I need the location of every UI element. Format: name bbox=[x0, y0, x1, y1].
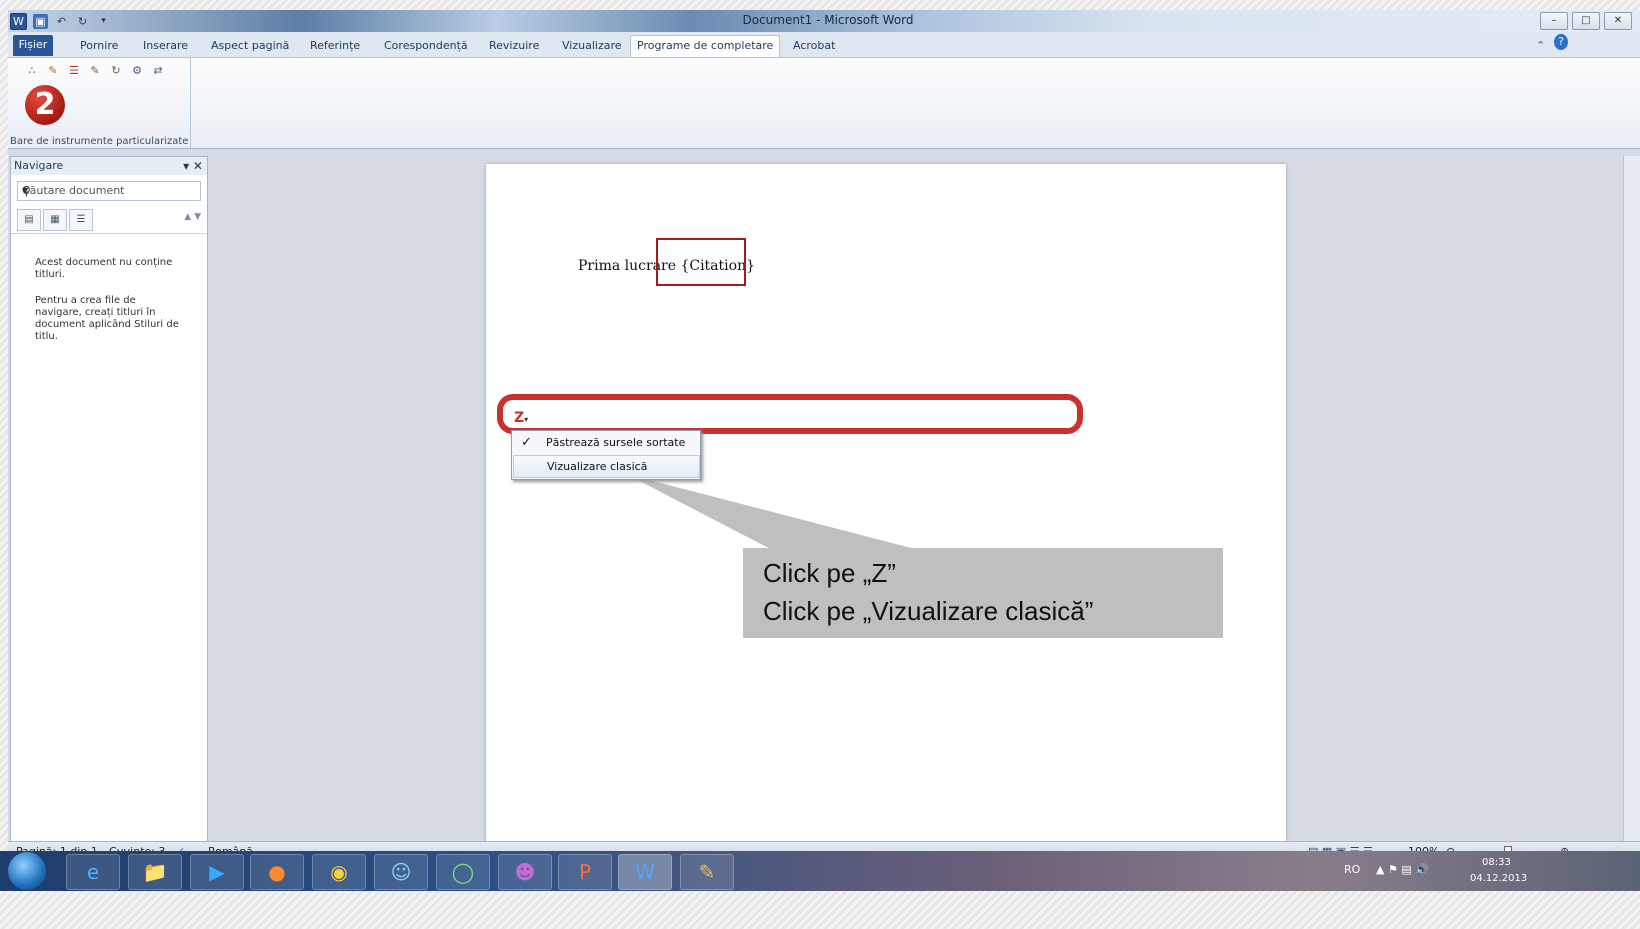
vertical-scrollbar[interactable] bbox=[1623, 156, 1640, 849]
tab-insert[interactable]: Inserare bbox=[137, 36, 194, 56]
edit-citation-icon[interactable]: ✎ bbox=[45, 64, 61, 78]
callout-pointer bbox=[626, 474, 946, 557]
tab-references[interactable]: Referințe bbox=[304, 36, 366, 56]
app-icon[interactable]: ◯ bbox=[436, 854, 490, 890]
tab-view[interactable]: Vizualizare bbox=[556, 36, 628, 56]
remove-codes-icon[interactable]: ⇄ bbox=[150, 64, 166, 78]
tab-mailings[interactable]: Corespondență bbox=[378, 36, 474, 56]
zotero-z-label: Z bbox=[514, 410, 525, 426]
nav-close-icon[interactable]: ▾ ✕ bbox=[183, 157, 203, 175]
refresh-icon[interactable]: ↻ bbox=[108, 64, 124, 78]
custom-toolbars-group: ∴ ✎ ☰ ✎ ↻ ⚙ ⇄ 2 Bare de instrumente part… bbox=[8, 58, 191, 148]
nav-title: Navigare bbox=[14, 159, 64, 172]
menu-item-keep-sorted[interactable]: ✓ Păstrează sursele sortate bbox=[513, 432, 698, 453]
callout-line-1: Click pe „Z” bbox=[763, 558, 896, 588]
tab-review[interactable]: Revizuire bbox=[483, 36, 545, 56]
media-icon[interactable]: ▶ bbox=[190, 854, 244, 890]
callout-line-2: Click pe „Vizualizare clasică” bbox=[763, 596, 1094, 626]
window-controls: – □ ✕ bbox=[1540, 12, 1632, 30]
messenger-icon[interactable]: ☺ bbox=[374, 854, 428, 890]
window-title: Document1 - Microsoft Word bbox=[742, 13, 914, 27]
edit-bibliography-icon[interactable]: ✎ bbox=[87, 64, 103, 78]
document-preferences-icon[interactable]: ⚙ bbox=[129, 64, 145, 78]
tray-icons[interactable]: ▲ ⚑ ▤ 🔊 bbox=[1376, 863, 1429, 876]
nav-header: Navigare ▾ ✕ bbox=[11, 157, 207, 175]
chevron-down-icon[interactable]: ▼ bbox=[22, 182, 196, 200]
instruction-callout: Click pe „Z” Click pe „Vizualizare clasi… bbox=[743, 548, 1223, 638]
tab-page-layout[interactable]: Aspect pagină bbox=[205, 36, 295, 56]
navigation-pane: Navigare ▾ ✕ Căutare document ⚲ ▼ ▤ ▦ ☰ … bbox=[10, 156, 208, 851]
explorer-icon[interactable]: 📁 bbox=[128, 854, 182, 890]
tab-acrobat[interactable]: Acrobat bbox=[787, 36, 841, 56]
nav-message-2: Pentru a crea file de navigare, creați t… bbox=[35, 295, 179, 342]
nav-arrows-icon[interactable]: ▲ ▼ bbox=[184, 212, 201, 222]
ribbon-body: ∴ ✎ ☰ ✎ ↻ ⚙ ⇄ 2 Bare de instrumente part… bbox=[8, 58, 1640, 149]
clock-date[interactable]: 04.12.2013 bbox=[1470, 873, 1527, 884]
headings-view-icon[interactable]: ▤ bbox=[17, 209, 41, 231]
tab-add-ins[interactable]: Programe de completare bbox=[630, 35, 781, 57]
divider bbox=[11, 233, 207, 234]
input-language[interactable]: RO bbox=[1344, 863, 1360, 876]
title-bar: W ▣ ↶ ↻ ▾ Document1 - Microsoft Word – □… bbox=[8, 10, 1640, 32]
nav-view-buttons: ▤ ▦ ☰ bbox=[17, 209, 93, 231]
taskbar: e 📁 ▶ ● ◉ ☺ ◯ ☻ P W ✎ RO ▲ ⚑ ▤ 🔊 08:33 0… bbox=[0, 851, 1640, 891]
paint-icon[interactable]: ✎ bbox=[680, 854, 734, 890]
zotero-toolbar-icons: ∴ ✎ ☰ ✎ ↻ ⚙ ⇄ bbox=[24, 64, 166, 78]
yahoo-icon[interactable]: ☻ bbox=[498, 854, 552, 890]
ribbon-tabs: Fișier Pornire Inserare Aspect pagină Re… bbox=[8, 32, 1640, 58]
chrome-icon[interactable]: ◉ bbox=[312, 854, 366, 890]
group-label: Bare de instrumente particularizate bbox=[10, 136, 189, 147]
checkmark-icon: ✓ bbox=[521, 435, 532, 450]
firefox-icon[interactable]: ● bbox=[250, 854, 304, 890]
restore-button[interactable]: □ bbox=[1572, 12, 1600, 30]
tab-home[interactable]: Pornire bbox=[74, 36, 124, 56]
nav-message-1: Acest document nu conține titluri. bbox=[35, 257, 173, 280]
insert-citation-icon[interactable]: ∴ bbox=[24, 64, 40, 78]
document-page[interactable]: Prima lucrare {Citation} Z▾ ✓ Păstrează … bbox=[486, 164, 1286, 844]
step-number-badge: 2 bbox=[25, 85, 65, 125]
chevron-down-icon: ▾ bbox=[524, 415, 529, 424]
tab-file[interactable]: Fișier bbox=[13, 35, 53, 56]
start-button[interactable] bbox=[8, 852, 46, 890]
clock-time[interactable]: 08:33 bbox=[1482, 857, 1511, 868]
zotero-dropdown-menu: ✓ Păstrează sursele sortate Vizualizare … bbox=[511, 430, 701, 480]
zotero-toolbar-highlight bbox=[497, 394, 1083, 434]
powerpoint-icon[interactable]: P bbox=[558, 854, 612, 890]
menu-item-label: Vizualizare clasică bbox=[547, 460, 648, 473]
nav-search-input[interactable]: Căutare document ⚲ ▼ bbox=[17, 181, 201, 201]
help-icon[interactable]: ? bbox=[1554, 34, 1568, 50]
pages-view-icon[interactable]: ▦ bbox=[43, 209, 67, 231]
minimize-ribbon-icon[interactable]: ⌃ bbox=[1530, 36, 1551, 56]
insert-bibliography-icon[interactable]: ☰ bbox=[66, 64, 82, 78]
results-view-icon[interactable]: ☰ bbox=[69, 209, 93, 231]
word-window: W ▣ ↶ ↻ ▾ Document1 - Microsoft Word – □… bbox=[8, 10, 1640, 888]
zotero-z-button[interactable]: Z▾ bbox=[514, 410, 536, 426]
menu-item-label: Păstrează sursele sortate bbox=[546, 436, 686, 449]
minimize-button[interactable]: – bbox=[1540, 12, 1568, 30]
ie-icon[interactable]: e bbox=[66, 854, 120, 890]
menu-item-classic-view[interactable]: Vizualizare clasică bbox=[513, 455, 700, 478]
close-button[interactable]: ✕ bbox=[1604, 12, 1632, 30]
word-taskbar-icon[interactable]: W bbox=[618, 854, 672, 890]
